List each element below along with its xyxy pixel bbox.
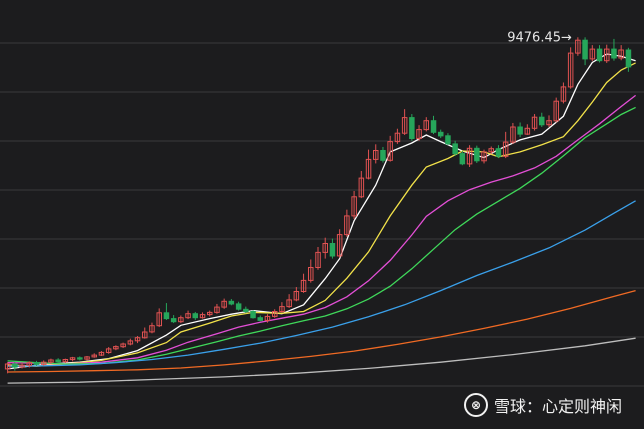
candle-body [430,120,437,133]
candle-body [474,147,480,162]
candle-body [257,317,263,321]
candle-body [33,362,40,365]
candle-body [452,143,458,155]
candlestick-chart: 9476.45→ [0,30,644,387]
candle-body [495,148,502,157]
candle-body [250,311,256,319]
candle-body [163,312,170,320]
snowball-logo-icon: ⊗ [463,393,488,417]
candle-body [611,48,617,59]
candle-body [192,313,198,319]
candle-body [170,318,177,323]
moving-average-lines [7,53,636,384]
candle-body [235,303,242,310]
kline-chart-panel: 9476.45→ ⊗ 雪球：心定则神闲 [0,0,644,429]
candle-body [329,243,336,257]
watermark-text: 雪球：心定则神闲 [493,397,622,416]
moving-average-line [7,53,636,370]
candle-body [459,153,466,165]
candle-body [380,150,386,161]
candle-body [55,359,61,363]
watermark: ⊗ 雪球：心定则神闲 [463,393,622,417]
candle-body [445,135,451,145]
moving-average-line [7,106,636,365]
gridlines [0,42,644,387]
candle-body [77,357,83,360]
peak-price-label: 9476.45→ [507,30,572,45]
candle-body [625,49,632,68]
candle-body [539,116,545,126]
moving-average-line [7,62,636,367]
candle-body [438,131,444,137]
candle-body [12,363,18,368]
candle-body [409,117,415,139]
candle-body [596,48,603,62]
candle-body [582,39,588,60]
candle-body [517,126,523,135]
moving-average-line [7,94,636,365]
candle-body [243,308,249,312]
candles [4,37,632,374]
candle-body [228,300,235,305]
